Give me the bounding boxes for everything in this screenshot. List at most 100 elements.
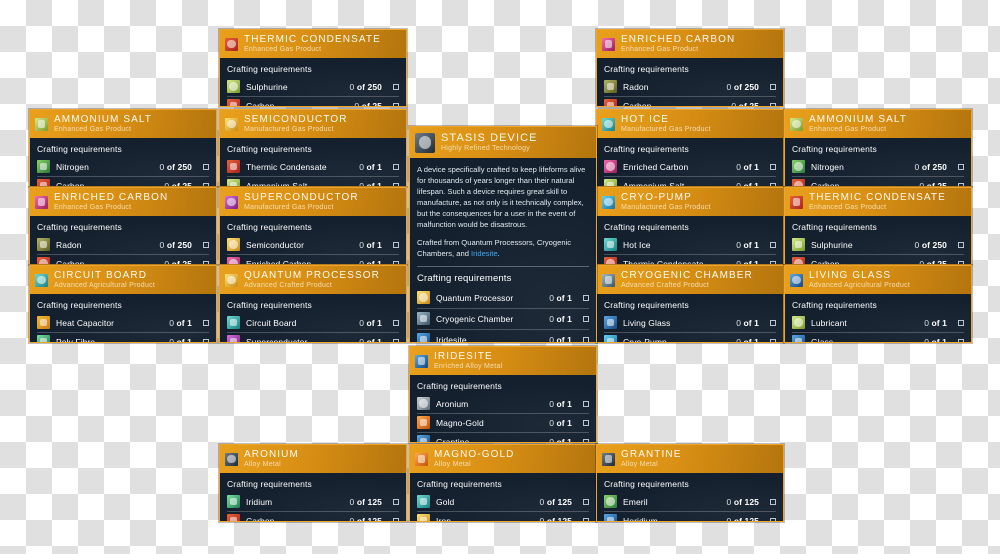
requirement-checkbox[interactable]: [770, 518, 776, 523]
requirement-checkbox[interactable]: [583, 295, 589, 301]
requirement-row[interactable]: Gold 0 of 125: [417, 493, 589, 512]
superconductor-icon: [227, 335, 240, 343]
recipe-card-iridesite[interactable]: IRIDESITE Enriched Alloy Metal Crafting re…: [409, 346, 597, 443]
requirement-row[interactable]: Emeril 0 of 125: [604, 493, 776, 512]
requirement-row[interactable]: Iridium 0 of 125: [227, 493, 399, 512]
requirement-row[interactable]: Radon 0 of 250: [604, 78, 776, 97]
requirement-row[interactable]: Iridesite 0 of 1: [417, 330, 589, 343]
recipe-card-magno-gold[interactable]: MAGNO-GOLD Alloy Metal Crafting requiremen…: [409, 444, 597, 522]
requirement-checkbox[interactable]: [583, 499, 589, 505]
requirement-row[interactable]: Heat Capacitor 0 of 1: [37, 314, 209, 333]
requirement-checkbox[interactable]: [770, 84, 776, 90]
requirement-checkbox[interactable]: [393, 518, 399, 523]
recipe-card-aronium[interactable]: ARONIUM Alloy Metal Crafting requirements I…: [219, 444, 407, 522]
iridesite-link[interactable]: Iridesite: [471, 249, 498, 258]
requirement-checkbox[interactable]: [583, 401, 589, 407]
requirement-row[interactable]: Carbon 0 of 25: [792, 255, 964, 265]
requirement-checkbox[interactable]: [393, 242, 399, 248]
recipe-card-superconductor[interactable]: SUPERCONDUCTOR Manufactured Gas Product Cr…: [219, 187, 407, 265]
requirement-checkbox[interactable]: [583, 518, 589, 523]
requirement-checkbox[interactable]: [770, 320, 776, 326]
requirement-checkbox[interactable]: [583, 316, 589, 322]
requirement-row[interactable]: Thermic Condensate 0 of 1: [227, 158, 399, 177]
requirement-row[interactable]: Aronium 0 of 1: [417, 395, 589, 414]
requirement-row[interactable]: Carbon 0 of 25: [37, 177, 209, 187]
requirement-checkbox[interactable]: [770, 242, 776, 248]
recipe-card-cryogenic-chamber[interactable]: CRYOGENIC CHAMBER Advanced Crafted Produc…: [596, 265, 784, 343]
requirement-row[interactable]: Enriched Carbon 0 of 1: [604, 158, 776, 177]
requirement-row[interactable]: Magno-Gold 0 of 1: [417, 414, 589, 433]
requirement-row[interactable]: Nitrogen 0 of 250: [792, 158, 964, 177]
carbon-icon: [792, 257, 805, 265]
requirement-checkbox[interactable]: [393, 164, 399, 170]
requirement-checkbox[interactable]: [393, 320, 399, 326]
requirement-row[interactable]: Enriched Carbon 0 of 1: [227, 255, 399, 265]
requirement-row[interactable]: Ammonium Salt 0 of 1: [604, 177, 776, 187]
requirement-row[interactable]: Lubricant 0 of 1: [792, 314, 964, 333]
requirement-row[interactable]: Superconductor 0 of 1: [227, 333, 399, 343]
requirement-row[interactable]: Glass 0 of 1: [792, 333, 964, 343]
requirement-row[interactable]: Ammonium Salt 0 of 1: [227, 177, 399, 187]
requirement-checkbox[interactable]: [958, 164, 964, 170]
card-body: Crafting requirements Semiconductor 0 of 1…: [220, 216, 406, 265]
recipe-card-semiconductor[interactable]: SEMICONDUCTOR Manufactured Gas Product Cra…: [219, 109, 407, 187]
carbon-icon: [37, 257, 50, 265]
requirement-row[interactable]: Thermic Condensate 0 of 1: [604, 255, 776, 265]
requirement-row[interactable]: Sulphurine 0 of 250: [227, 78, 399, 97]
requirement-row[interactable]: Hot Ice 0 of 1: [604, 236, 776, 255]
recipe-card-stasis-device[interactable]: STASIS DEVICE Highly Refined Technology A …: [409, 126, 597, 343]
requirement-row[interactable]: Circuit Board 0 of 1: [227, 314, 399, 333]
requirement-checkbox[interactable]: [770, 339, 776, 344]
requirement-row[interactable]: Sulphurine 0 of 250: [792, 236, 964, 255]
requirement-row[interactable]: Nitrogen 0 of 250: [37, 158, 209, 177]
recipe-card-living-glass[interactable]: LIVING GLASS Advanced Agricultural Produc…: [784, 265, 972, 343]
card-body: Crafting requirements Heat Capacitor 0 of …: [30, 294, 216, 343]
requirement-row[interactable]: Grantine 0 of 1: [417, 433, 589, 443]
requirement-row[interactable]: Carbon 0 of 25: [604, 97, 776, 107]
requirement-row[interactable]: Cryo-Pump 0 of 1: [604, 333, 776, 343]
recipe-card-circuit-board[interactable]: CIRCUIT BOARD Advanced Agricultural Produ…: [29, 265, 217, 343]
requirement-checkbox[interactable]: [203, 164, 209, 170]
requirement-row[interactable]: Iron 0 of 125: [417, 512, 589, 522]
card-title: SEMICONDUCTOR: [244, 115, 348, 126]
requirement-checkbox[interactable]: [958, 242, 964, 248]
requirement-checkbox[interactable]: [203, 242, 209, 248]
recipe-card-grantine[interactable]: GRANTINE Alloy Metal Crafting requirements…: [596, 444, 784, 522]
requirement-checkbox[interactable]: [583, 420, 589, 426]
recipe-card-ammonium-salt-right[interactable]: AMMONIUM SALT Enhanced Gas Product Craftin…: [784, 109, 972, 187]
requirement-checkbox[interactable]: [203, 320, 209, 326]
recipe-card-thermic-condensate-top[interactable]: THERMIC CONDENSATE Enhanced Gas Product Cr…: [219, 29, 407, 107]
requirement-checkbox[interactable]: [393, 103, 399, 108]
requirement-checkbox[interactable]: [393, 499, 399, 505]
requirement-row[interactable]: Radon 0 of 250: [37, 236, 209, 255]
requirement-checkbox[interactable]: [770, 103, 776, 108]
requirement-row[interactable]: Semiconductor 0 of 1: [227, 236, 399, 255]
recipe-card-quantum-processor[interactable]: QUANTUM PROCESSOR Advanced Crafted Produc…: [219, 265, 407, 343]
requirement-checkbox[interactable]: [770, 499, 776, 505]
requirement-row[interactable]: Carbon 0 of 125: [227, 512, 399, 522]
requirement-row[interactable]: Living Glass 0 of 1: [604, 314, 776, 333]
requirement-row[interactable]: Quantum Processor 0 of 1: [417, 288, 589, 309]
requirement-row[interactable]: Heridium 0 of 125: [604, 512, 776, 522]
requirement-checkbox[interactable]: [583, 337, 589, 343]
recipe-card-enriched-carbon-top-right[interactable]: ENRICHED CARBON Enhanced Gas Product Craft…: [596, 29, 784, 107]
requirement-row[interactable]: Carbon 0 of 25: [792, 177, 964, 187]
requirement-row[interactable]: Cryogenic Chamber 0 of 1: [417, 309, 589, 330]
requirement-checkbox[interactable]: [203, 339, 209, 344]
requirement-checkbox[interactable]: [393, 84, 399, 90]
requirement-row[interactable]: Poly Fibre 0 of 1: [37, 333, 209, 343]
recipe-card-cryo-pump[interactable]: CRYO-PUMP Manufactured Gas Product Craftin…: [596, 187, 784, 265]
requirement-row[interactable]: Carbon 0 of 25: [227, 97, 399, 107]
recipe-card-hot-ice[interactable]: HOT ICE Manufactured Gas Product Crafting …: [596, 109, 784, 187]
requirement-checkbox[interactable]: [583, 439, 589, 444]
requirement-checkbox[interactable]: [958, 339, 964, 344]
requirement-checkbox[interactable]: [958, 320, 964, 326]
recipe-card-ammonium-salt-left[interactable]: AMMONIUM SALT Enhanced Gas Product Craftin…: [29, 109, 217, 187]
nitrogen-icon: [792, 160, 805, 173]
recipe-card-enriched-carbon-left[interactable]: ENRICHED CARBON Enhanced Gas Product Craft…: [29, 187, 217, 265]
requirement-row[interactable]: Carbon 0 of 25: [37, 255, 209, 265]
card-header: THERMIC CONDENSATE Enhanced Gas Product: [785, 188, 971, 216]
recipe-card-thermic-condensate-right[interactable]: THERMIC CONDENSATE Enhanced Gas Product Cr…: [784, 187, 972, 265]
requirement-checkbox[interactable]: [770, 164, 776, 170]
requirement-checkbox[interactable]: [393, 339, 399, 344]
